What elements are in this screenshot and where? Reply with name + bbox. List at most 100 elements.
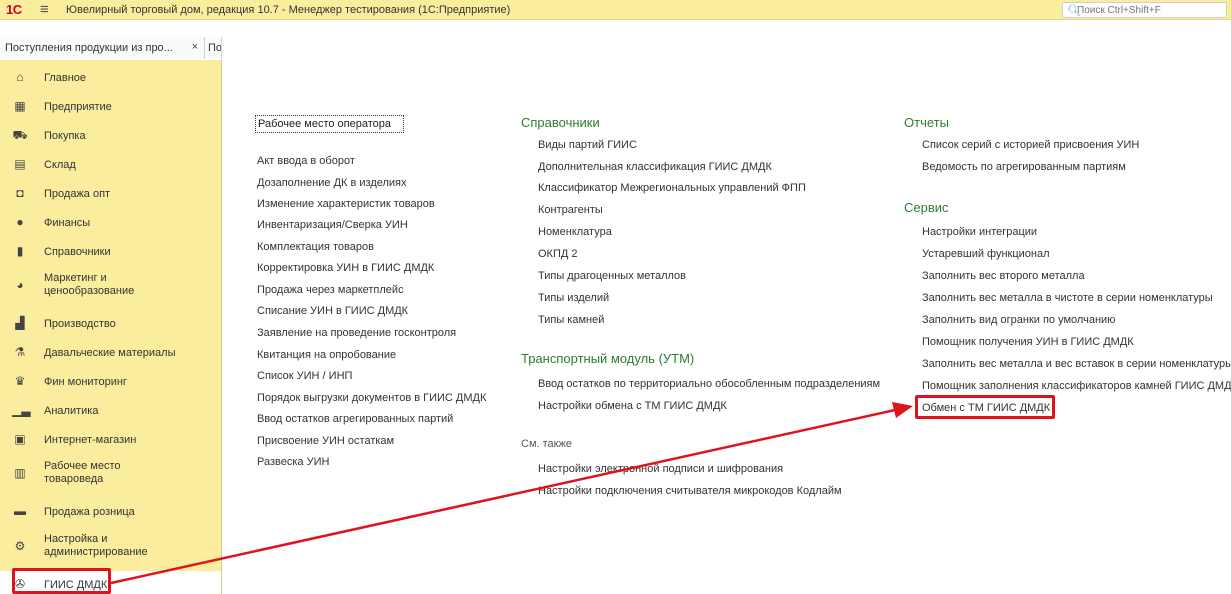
workplace-icon: ▥ <box>14 466 26 480</box>
chart-icon: ▁▃ <box>12 403 31 417</box>
link-item[interactable]: Ввод остатков агрегированных партий <box>257 413 453 425</box>
link-item[interactable]: Заполнить вес второго металла <box>922 270 1085 282</box>
link-item[interactable]: Дополнительная классификация ГИИС ДМДК <box>538 161 772 173</box>
link-item[interactable]: Типы изделий <box>538 292 609 304</box>
search-input[interactable] <box>1077 3 1225 17</box>
link-item[interactable]: Устаревший функционал <box>922 248 1050 260</box>
link-item[interactable]: Изменение характеристик товаров <box>257 198 435 210</box>
sidebar-item-label: Предприятие <box>44 101 112 113</box>
sidebar-item-purchase[interactable]: ⛟ Покупка <box>0 122 222 148</box>
sidebar-item-finance[interactable]: ● Финансы <box>0 209 222 235</box>
factory-icon: ▟ <box>15 316 25 330</box>
highlight-exchange-link <box>915 395 1055 419</box>
link-item[interactable]: Корректировка УИН в ГИИС ДМДК <box>257 262 434 274</box>
sidebar-item-label: Продажа опт <box>44 188 111 200</box>
building-icon: ▦ <box>14 99 26 113</box>
sidebar-item-merchandiser[interactable]: ▥ Рабочее место товароведа <box>0 455 222 489</box>
warehouse-icon: ▤ <box>14 157 26 171</box>
coin-icon: ● <box>16 215 24 229</box>
pie-icon: ◕ <box>16 278 24 292</box>
link-item[interactable]: Дозаполнение ДК в изделиях <box>257 177 407 189</box>
link-item[interactable]: Ввод остатков по территориально обособле… <box>538 378 880 390</box>
sidebar-item-label: Давальческие материалы <box>44 347 176 359</box>
sidebar-item-materials[interactable]: ⚗ Давальческие материалы <box>0 339 222 365</box>
link-item[interactable]: Классификатор Межрегиональных управлений… <box>538 182 806 194</box>
register-icon: ▬ <box>14 504 26 518</box>
link-item[interactable]: Инвентаризация/Сверка УИН <box>257 219 408 231</box>
link-item[interactable]: Типы камней <box>538 314 604 326</box>
sidebar-item-label: Производство <box>44 318 116 330</box>
link-item[interactable]: Помощник заполнения классификаторов камн… <box>922 380 1231 392</box>
sidebar-item-main[interactable]: ⌂ Главное <box>0 64 222 90</box>
link-item[interactable]: Список серий с историей присвоения УИН <box>922 139 1139 151</box>
link-item[interactable]: Настройки электронной подписи и шифрован… <box>538 463 783 475</box>
sidebar-item-production[interactable]: ▟ Производство <box>0 310 222 336</box>
tab-label: Поступления продукции из про... <box>5 42 173 54</box>
book-icon: ▮ <box>16 244 24 258</box>
sidebar-item-label: Рабочее место товароведа <box>44 460 121 485</box>
link-item[interactable]: Списание УИН в ГИИС ДМДК <box>257 305 408 317</box>
link-item[interactable]: Акт ввода в оборот <box>257 155 355 167</box>
gear-icon: ⚙ <box>14 539 26 553</box>
sidebar-item-label: Главное <box>44 72 87 84</box>
link-item[interactable]: Заполнить вид огранки по умолчанию <box>922 314 1115 326</box>
highlight-giis <box>12 568 111 594</box>
group-title: Транспортный модуль (УТМ) <box>521 351 695 366</box>
sidebar-item-label: Справочники <box>44 246 111 258</box>
app-logo[interactable]: 1С <box>6 2 22 17</box>
sidebar-item-label: Маркетинг и ценообразование <box>44 272 135 297</box>
link-item[interactable]: Заявление на проведение госконтроля <box>257 327 456 339</box>
sidebar-item-label: Фин мониторинг <box>44 376 127 388</box>
group-title: Сервис <box>904 200 949 215</box>
tab-second[interactable]: По <box>205 37 222 59</box>
sidebar-item-label: Склад <box>44 159 76 171</box>
link-item[interactable]: Присвоение УИН остаткам <box>257 435 394 447</box>
sidebar-item-fin-monitoring[interactable]: ♛ Фин мониторинг <box>0 368 222 394</box>
sidebar-item-references[interactable]: ▮ Справочники <box>0 238 222 264</box>
link-item[interactable]: Развеска УИН <box>257 456 329 468</box>
sidebar-item-enterprise[interactable]: ▦ Предприятие <box>0 93 222 119</box>
link-item[interactable]: Список УИН / ИНП <box>257 370 352 382</box>
sidebar-item-label: Финансы <box>44 217 91 229</box>
sidebar-item-retail[interactable]: ▬ Продажа розница <box>0 498 222 524</box>
link-item[interactable]: ОКПД 2 <box>538 248 578 260</box>
link-item[interactable]: Настройки подключения считывателя микрок… <box>538 485 842 497</box>
sidebar-item-label: Интернет-магазин <box>44 434 137 446</box>
link-item[interactable]: Настройки обмена с ТМ ГИИС ДМДК <box>538 400 727 412</box>
sidebar-item-label: Продажа розница <box>44 506 135 518</box>
tab-bar: Поступления продукции из про... × По <box>0 37 222 59</box>
sidebar-item-eshop[interactable]: ▣ Интернет-магазин <box>0 426 222 452</box>
search-box[interactable]: 🔍︎ <box>1062 2 1227 18</box>
sidebar-item-label: Настройка и администрирование <box>44 533 148 558</box>
close-icon[interactable]: × <box>192 41 198 53</box>
link-item[interactable]: Ведомость по агрегированным партиям <box>922 161 1126 173</box>
link-item[interactable]: Квитанция на опробование <box>257 349 396 361</box>
link-item[interactable]: Комплектация товаров <box>257 241 374 253</box>
operator-workplace-link[interactable]: Рабочее место оператора <box>255 115 404 133</box>
link-item[interactable]: Номенклатура <box>538 226 612 238</box>
sidebar-item-label: Аналитика <box>44 405 99 417</box>
link-item[interactable]: Заполнить вес металла в чистоте в серии … <box>922 292 1213 304</box>
link-item[interactable]: Порядок выгрузки документов в ГИИС ДМДК <box>257 392 486 404</box>
sidebar-item-wholesale[interactable]: ◘ Продажа опт <box>0 180 222 206</box>
sidebar-item-warehouse[interactable]: ▤ Склад <box>0 151 222 177</box>
monitor-icon: ♛ <box>14 374 26 388</box>
sidebar-item-analytics[interactable]: ▁▃ Аналитика <box>0 397 222 423</box>
sidebar-item-marketing[interactable]: ◕ Маркетинг и ценообразование <box>0 267 222 301</box>
link-item[interactable]: Типы драгоценных металлов <box>538 270 686 282</box>
toolbar-area <box>0 20 1231 37</box>
bag-icon: ◘ <box>16 186 24 200</box>
title-bar: 1С ≡ Ювелирный торговый дом, редакция 10… <box>0 0 1231 20</box>
window-title: Ювелирный торговый дом, редакция 10.7 - … <box>66 4 511 16</box>
shop-icon: ▣ <box>14 432 26 446</box>
link-item[interactable]: Контрагенты <box>538 204 603 216</box>
menu-icon[interactable]: ≡ <box>40 1 49 19</box>
link-item[interactable]: Помощник получения УИН в ГИИС ДМДК <box>922 336 1134 348</box>
link-item[interactable]: Настройки интеграции <box>922 226 1037 238</box>
link-item[interactable]: Виды партий ГИИС <box>538 139 637 151</box>
link-item[interactable]: Заполнить вес металла и вес вставок в се… <box>922 358 1231 370</box>
tab-receipts[interactable]: Поступления продукции из про... × <box>0 37 205 59</box>
sidebar-item-admin[interactable]: ⚙ Настройка и администрирование <box>0 528 222 562</box>
group-title: Отчеты <box>904 115 949 130</box>
link-item[interactable]: Продажа через маркетплейс <box>257 284 404 296</box>
